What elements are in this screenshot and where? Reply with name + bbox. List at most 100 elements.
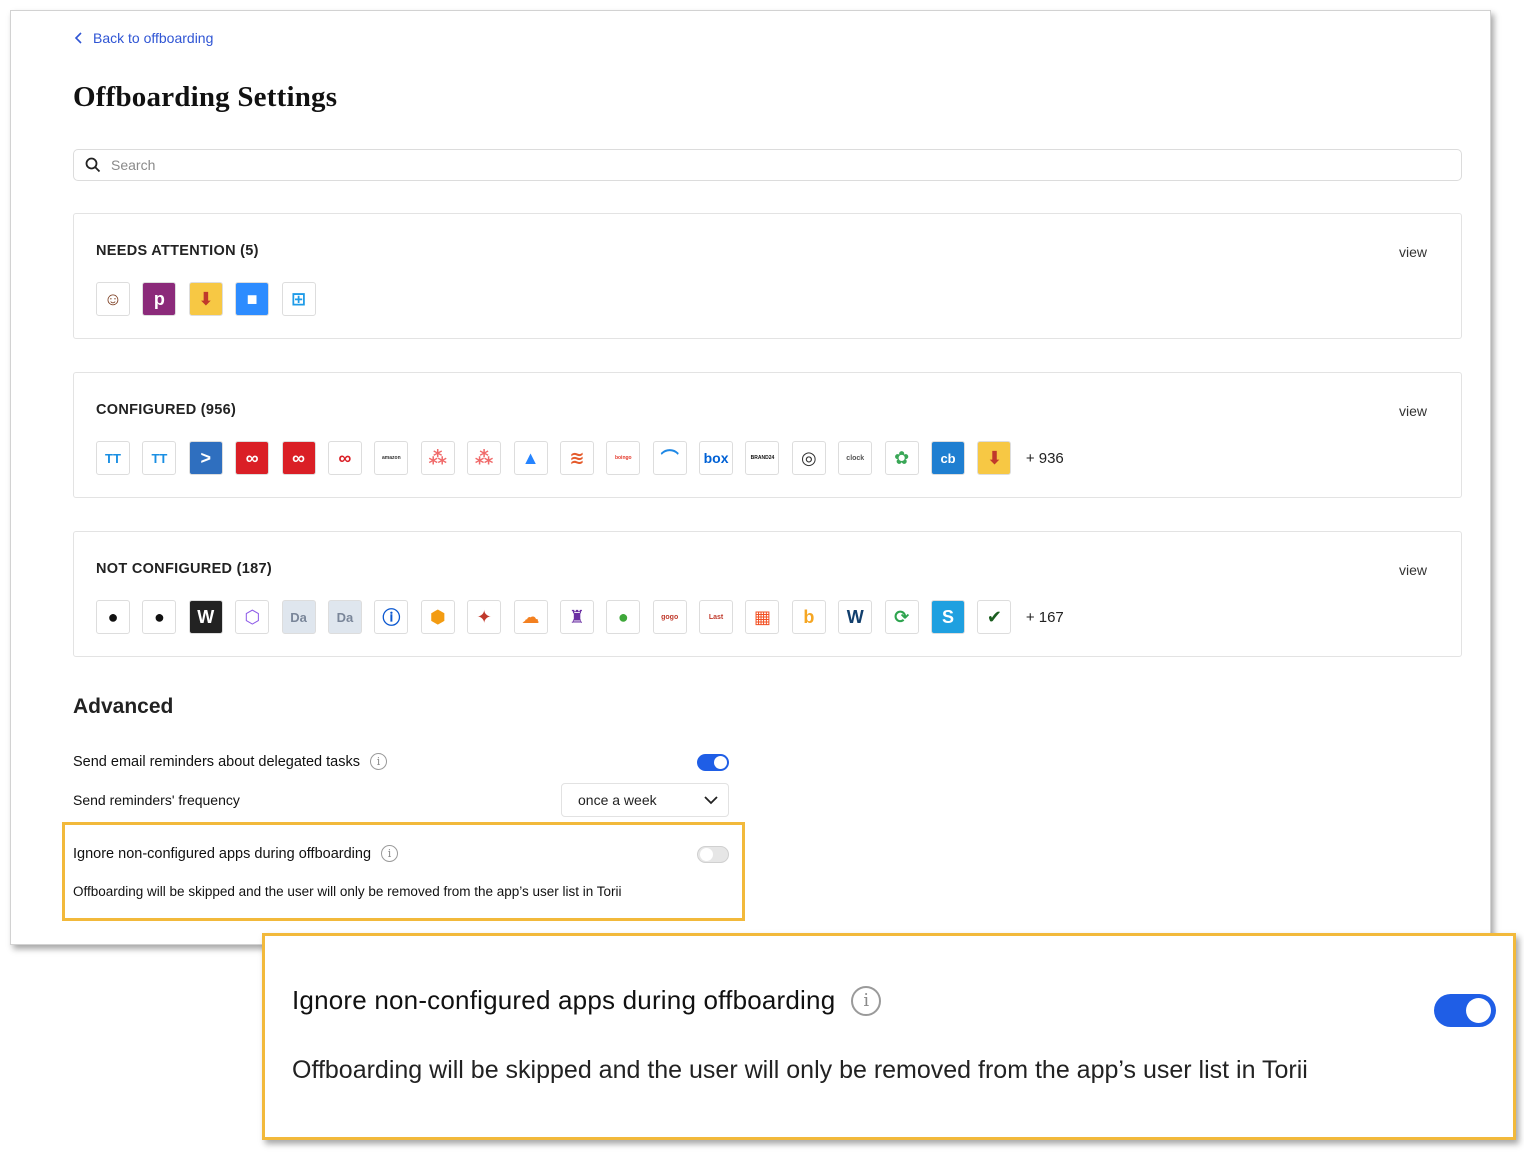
avatar-app-icon[interactable]: ☺ <box>96 282 130 316</box>
sync-app-icon[interactable]: ⟳ <box>884 600 919 634</box>
app-glyph: p <box>153 288 165 309</box>
app-glyph: ⊞ <box>291 288 307 309</box>
toggle-knob <box>1466 998 1491 1023</box>
app-glyph: ● <box>617 606 629 627</box>
not-configured-view-link[interactable]: view <box>1399 562 1427 578</box>
frequency-select[interactable]: once a week <box>561 783 729 817</box>
needs-attention-view-link[interactable]: view <box>1399 244 1427 260</box>
back-to-offboarding-link[interactable]: Back to offboarding <box>73 30 213 46</box>
app-glyph: cb <box>940 450 956 466</box>
evernote-app-icon[interactable]: ● <box>606 600 641 634</box>
hexagon-app-icon[interactable]: ⬡ <box>235 600 270 634</box>
boingo-app-icon[interactable]: boingo <box>606 441 641 475</box>
arrow-app-icon[interactable]: > <box>188 441 223 475</box>
app-glyph: boingo <box>614 455 632 461</box>
email-reminders-label: Send email reminders about delegated tas… <box>73 753 360 770</box>
app-glyph: ∞ <box>245 447 259 468</box>
app-glyph: ⌒ <box>660 449 679 469</box>
app-glyph: TT <box>151 450 168 466</box>
zoom-app-icon[interactable]: ■ <box>235 282 270 316</box>
app-glyph: ☁ <box>521 606 540 627</box>
callout-label: Ignore non-configured apps during offboa… <box>292 985 836 1015</box>
github-app-1-icon[interactable]: ● <box>96 600 130 634</box>
app-glyph: Da <box>290 609 307 625</box>
cb-app-icon[interactable]: cb <box>931 441 966 475</box>
app-glyph: ⬢ <box>429 606 446 627</box>
p-app-icon[interactable]: p <box>142 282 177 316</box>
needs-attention-title: NEEDS ATTENTION (5) <box>96 243 259 259</box>
adobe-cc-app-1-icon[interactable]: ∞ <box>235 441 270 475</box>
atlassian-app-icon[interactable]: ▲ <box>513 441 548 475</box>
app-glyph: amazon <box>382 455 401 461</box>
callout-description: Offboarding will be skipped and the user… <box>292 1056 1308 1084</box>
app-glyph: ♜ <box>568 606 585 627</box>
gogo-app-icon[interactable]: gogo <box>652 600 687 634</box>
app-glyph: W <box>846 606 864 627</box>
app-glyph: S <box>942 606 955 627</box>
amazon-app-icon[interactable]: amazon <box>374 441 409 475</box>
search-bar[interactable] <box>73 149 1462 181</box>
callout-toggle[interactable] <box>1434 994 1496 1027</box>
plant-app-icon[interactable]: ✔ <box>977 600 1012 634</box>
github-app-2-icon[interactable]: ● <box>142 600 177 634</box>
ovh-app-icon[interactable]: W <box>838 600 873 634</box>
adobe-cc-app-3-icon[interactable]: ∞ <box>327 441 362 475</box>
bing-app-icon[interactable]: b <box>791 600 826 634</box>
asana-app-2-icon[interactable]: ⁂ <box>467 441 502 475</box>
microsoft-app-icon[interactable]: ▦ <box>745 600 780 634</box>
app-glyph: BRAND24 <box>750 455 775 461</box>
configured-view-link[interactable]: view <box>1399 403 1427 419</box>
adobe-cc-app-2-icon[interactable]: ∞ <box>281 441 316 475</box>
download-app-icon[interactable]: ⬇ <box>188 282 223 316</box>
email-reminders-row: Send email reminders about delegated tas… <box>73 753 387 770</box>
lastpass-app-icon[interactable]: Last <box>699 600 734 634</box>
box3d-app-icon[interactable]: ⬢ <box>420 600 455 634</box>
flower-app-icon[interactable]: ✿ <box>884 441 919 475</box>
da-app-1-icon[interactable]: Da <box>281 600 316 634</box>
app-glyph: ■ <box>246 288 258 309</box>
not-configured-app-list: ● ● W ⬡ Da Da ⓘ ⬢ ✦ ☁ ♜ ● gogo Last ▦ b W ⟳ S ✔ + 167 <box>96 600 1064 634</box>
app-glyph: ⁂ <box>428 447 447 468</box>
more-apps-count: + 167 <box>1025 608 1064 626</box>
app-glyph: box <box>703 450 729 466</box>
asana-app-1-icon[interactable]: ⁂ <box>420 441 455 475</box>
tt-app-1-icon[interactable]: TT <box>96 441 130 475</box>
search-icon <box>85 157 101 173</box>
toggle-knob <box>714 756 727 769</box>
brand-app-icon[interactable]: BRAND24 <box>745 441 780 475</box>
app-glyph: > <box>200 447 212 468</box>
email-reminders-toggle[interactable] <box>697 754 729 771</box>
clockify-app-icon[interactable]: clock <box>838 441 873 475</box>
onepassword-app-icon[interactable]: ⓘ <box>374 600 409 634</box>
da-app-2-icon[interactable]: Da <box>327 600 362 634</box>
callout-label-row: Ignore non-configured apps during offboa… <box>292 985 882 1016</box>
app-glyph: ☺ <box>103 288 123 309</box>
circle-app-icon[interactable]: ◎ <box>791 441 826 475</box>
info-icon[interactable]: i <box>851 985 882 1016</box>
back-link-label: Back to offboarding <box>93 30 214 46</box>
figure-app-icon[interactable]: ✦ <box>467 600 502 634</box>
purple-app-icon[interactable]: ♜ <box>559 600 594 634</box>
app-glyph: TT <box>105 450 121 466</box>
configured-card: CONFIGURED (956) view TT TT > ∞ ∞ ∞ amazon ⁂ ⁂ ▲ ≋… <box>73 372 1462 498</box>
frequency-label: Send reminders' frequency <box>73 792 240 808</box>
frequency-value: once a week <box>578 792 657 808</box>
app-glyph: ◎ <box>801 447 817 468</box>
download-app-2-icon[interactable]: ⬇ <box>977 441 1012 475</box>
wordpress-app-icon[interactable]: W <box>188 600 223 634</box>
layers-app-icon[interactable]: ≋ <box>559 441 594 475</box>
cloudflare-app-icon[interactable]: ☁ <box>513 600 548 634</box>
app-glyph: clock <box>846 454 865 462</box>
app-glyph: ⁂ <box>474 447 494 468</box>
bird-app-icon[interactable]: ⌒ <box>652 441 687 475</box>
app-glyph: ⬡ <box>244 606 261 627</box>
search-input[interactable] <box>111 157 1411 173</box>
skype-app-icon[interactable]: S <box>931 600 966 634</box>
app-glyph: ✦ <box>476 606 492 627</box>
box-app-icon[interactable]: box <box>699 441 734 475</box>
tt-app-2-icon[interactable]: TT <box>142 441 177 475</box>
windows-app-icon[interactable]: ⊞ <box>281 282 316 316</box>
info-icon[interactable]: i <box>369 753 387 770</box>
app-glyph: ⬇ <box>198 288 214 309</box>
app-glyph: W <box>197 606 215 627</box>
